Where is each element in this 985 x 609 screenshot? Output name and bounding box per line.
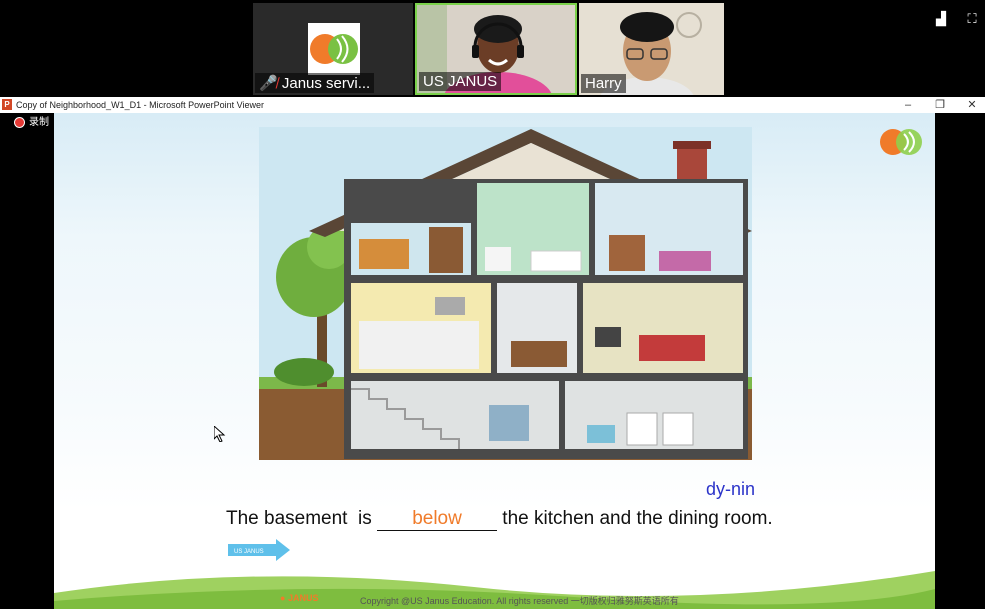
participant-tile-us-janus[interactable]: US JANUS [415, 3, 577, 95]
window-title: Copy of Neighborhood_W1_D1 - Microsoft P… [16, 100, 264, 110]
slide: dy-nin The basement is below the kitchen… [54, 113, 935, 609]
video-strip: 🎤̸ Janus servi... US JANUS Harry ▟ ⛶ [0, 0, 985, 97]
copyright-text: Copyright @US Janus Education. All right… [360, 596, 679, 606]
close-button[interactable]: ✕ [958, 97, 985, 113]
mouse-cursor-icon [214, 426, 226, 442]
restore-button[interactable]: ❐ [926, 97, 954, 113]
fill-in-sentence: The basement is below the kitchen and th… [226, 508, 773, 531]
answer-text: below [412, 508, 462, 529]
record-icon [14, 116, 25, 128]
gallery-view-icon[interactable]: ▟ [933, 12, 949, 26]
pronunciation-hint: dy-nin [706, 479, 756, 499]
participant-name: Harry [581, 74, 626, 93]
participant-name: 🎤̸ Janus servi... [255, 73, 375, 93]
sentence-end: the kitchen and the dining room. [497, 508, 773, 529]
window-titlebar: P Copy of Neighborhood_W1_D1 - Microsoft… [0, 97, 985, 113]
house-cross-section-illustration [259, 127, 752, 460]
fullscreen-icon[interactable]: ⛶ [964, 12, 980, 26]
janus-small-icon: ● [280, 593, 286, 603]
muted-mic-icon: 🎤̸ [259, 75, 278, 92]
participant-tile-harry[interactable]: Harry [579, 3, 724, 95]
minimize-button[interactable]: – [894, 97, 922, 113]
participant-tile-janus-service[interactable]: 🎤̸ Janus servi... [253, 3, 413, 95]
sentence-start: The basement is [226, 508, 378, 529]
answer-blank: below [377, 508, 498, 531]
participant-name: US JANUS [419, 72, 502, 91]
recording-indicator: 录制 [14, 113, 49, 128]
janus-logo-icon [880, 129, 922, 155]
footer-janus-logo: ● JANUS [280, 593, 319, 603]
powerpoint-icon: P [2, 99, 12, 110]
slide-area: dy-nin The basement is below the kitchen… [0, 113, 985, 609]
